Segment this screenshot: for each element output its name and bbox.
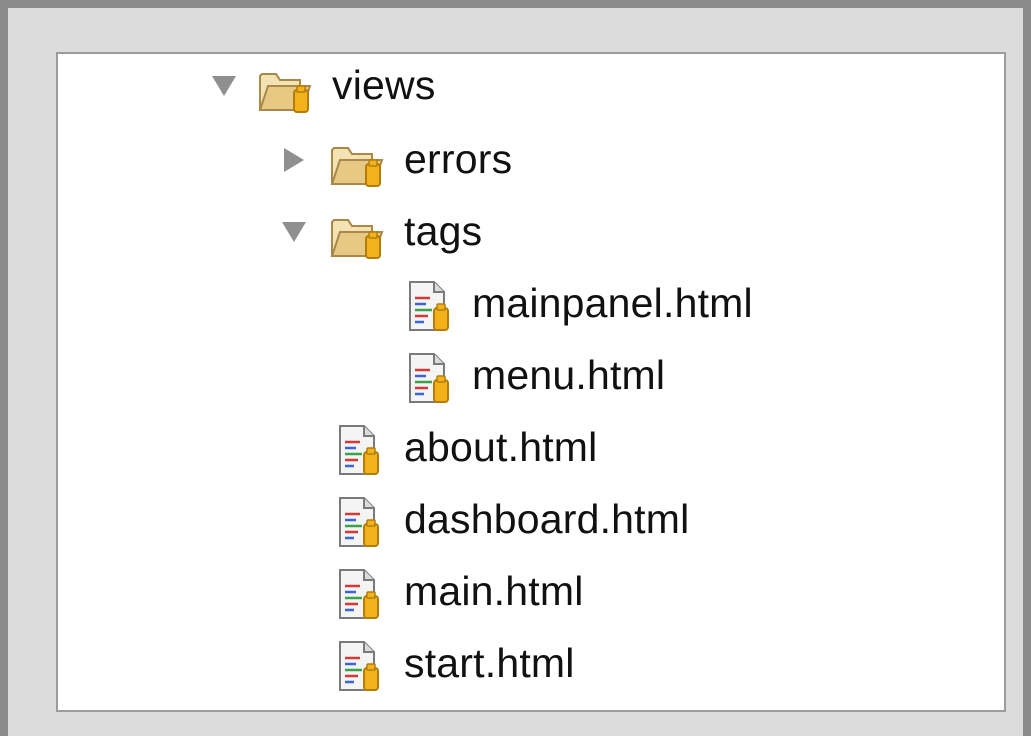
folder-open-icon	[328, 206, 384, 262]
html-file-icon	[334, 638, 390, 694]
folder-open-icon	[328, 134, 384, 190]
html-file-icon	[404, 350, 460, 406]
tree-row-errors[interactable]: errors	[58, 128, 958, 192]
tree-item-label: errors	[404, 136, 513, 182]
tree-row-about-html[interactable]: about.html	[58, 416, 958, 480]
window-frame: views errors tags mainpanel.html menu.ht…	[0, 0, 1031, 736]
tree-item-label: about.html	[404, 424, 598, 470]
tree-row-menu-html[interactable]: menu.html	[58, 344, 958, 408]
tree-item-label: views	[332, 62, 436, 108]
project-explorer-panel: views errors tags mainpanel.html menu.ht…	[56, 52, 1006, 712]
triangle-right-icon[interactable]	[280, 146, 308, 174]
html-file-icon	[334, 566, 390, 622]
tree-row-tags[interactable]: tags	[58, 200, 958, 264]
tree-item-label: main.html	[404, 568, 584, 614]
tree-row-main-html[interactable]: main.html	[58, 560, 958, 624]
tree-row-dashboard-html[interactable]: dashboard.html	[58, 488, 958, 552]
tree-item-label: start.html	[404, 640, 575, 686]
html-file-icon	[334, 422, 390, 478]
tree-item-label: menu.html	[472, 352, 666, 398]
triangle-down-icon[interactable]	[280, 218, 308, 246]
tree-row-mainpanel-html[interactable]: mainpanel.html	[58, 272, 958, 336]
html-file-icon	[404, 278, 460, 334]
triangle-down-icon[interactable]	[210, 72, 238, 100]
file-tree: views errors tags mainpanel.html menu.ht…	[58, 54, 1004, 710]
tree-row-views[interactable]: views	[58, 54, 958, 118]
html-file-icon	[334, 494, 390, 550]
tree-row-start-html[interactable]: start.html	[58, 632, 958, 696]
tree-item-label: tags	[404, 208, 483, 254]
tree-item-label: mainpanel.html	[472, 280, 753, 326]
folder-open-icon	[256, 60, 312, 116]
tree-item-label: dashboard.html	[404, 496, 690, 542]
